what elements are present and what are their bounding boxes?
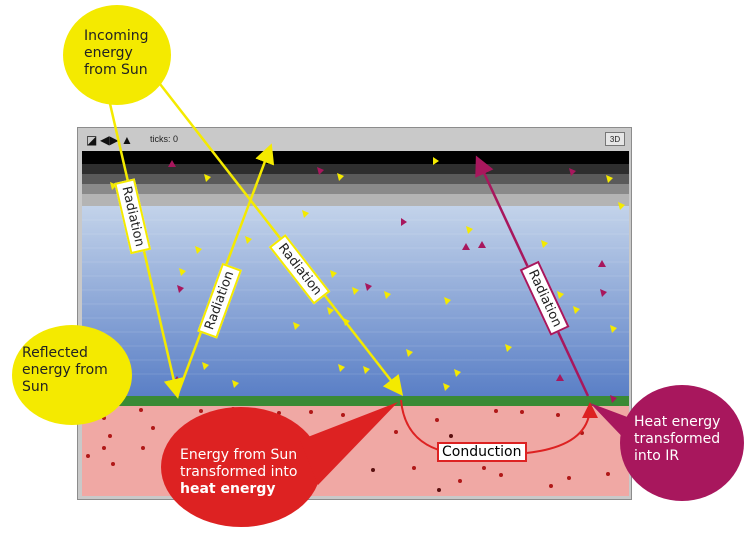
heat-line-3: heat energy: [180, 481, 276, 497]
ir-line-2: transformed: [634, 431, 721, 447]
upper-atmosphere-layer-4: [82, 194, 629, 206]
upper-atmosphere-layer-3: [82, 184, 629, 194]
incoming-line-1: Incoming: [84, 28, 149, 44]
conduction-label: Conduction: [437, 442, 527, 462]
incoming-line-3: from Sun: [84, 62, 148, 78]
incoming-energy-label: Incoming energy from Sun: [84, 28, 149, 79]
heat-energy-label: Energy from Sun transformed into heat en…: [180, 447, 297, 498]
space-layer: [82, 151, 629, 164]
heat-line-2: transformed into: [180, 464, 298, 480]
climate-model-diagram: ◪ ◀▶ ▲ ticks: 0 3D Incoming energy from …: [0, 0, 750, 534]
heat-line-1: Energy from Sun: [180, 447, 298, 463]
upper-atmosphere-layer-1: [82, 164, 629, 174]
incoming-line-2: energy: [84, 45, 133, 61]
ir-label: Heat energy transformed into IR: [634, 414, 720, 465]
reflected-line-2: energy from: [22, 362, 108, 378]
ir-line-1: Heat energy: [634, 414, 721, 430]
ir-line-3: into IR: [634, 448, 680, 464]
grass-strip: [82, 396, 629, 406]
reflected-line-1: Reflected: [22, 345, 88, 361]
reflected-line-3: Sun: [22, 379, 49, 395]
upper-atmosphere-layer-2: [82, 174, 629, 184]
reflected-energy-label: Reflected energy from Sun: [22, 345, 108, 396]
